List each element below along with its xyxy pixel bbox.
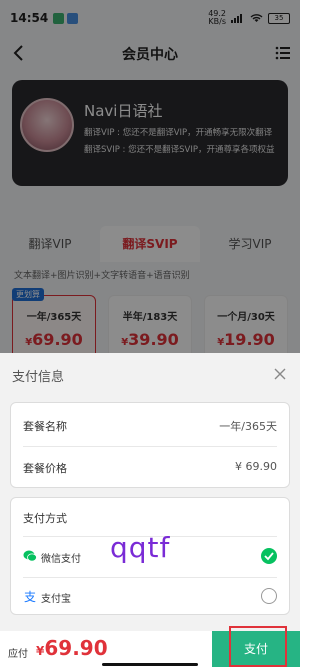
payment-method-title: 支付方式 bbox=[23, 512, 67, 525]
checkout-footer: 应付 ¥69.90 支付 bbox=[0, 631, 300, 667]
package-name-label: 套餐名称 bbox=[23, 420, 67, 433]
amount-due-value: ¥69.90 bbox=[36, 636, 108, 660]
payment-option-alipay[interactable]: 支 支付宝 bbox=[11, 578, 289, 616]
package-name-value: 一年/365天 bbox=[219, 420, 277, 433]
watermark-text: qqtf bbox=[110, 531, 171, 564]
payment-sheet: 支付信息 套餐名称 一年/365天 套餐价格 ¥ 69.90 支付方式 微信支付… bbox=[0, 353, 300, 667]
alipay-icon: 支 bbox=[24, 590, 36, 603]
package-price-label: 套餐价格 bbox=[23, 462, 67, 475]
pay-button[interactable]: 支付 bbox=[212, 631, 300, 667]
sheet-title: 支付信息 bbox=[12, 370, 65, 385]
package-price-row: 套餐价格 ¥ 69.90 bbox=[11, 447, 289, 487]
package-info-box: 套餐名称 一年/365天 套餐价格 ¥ 69.90 bbox=[10, 402, 290, 488]
alipay-label: 支付宝 bbox=[41, 594, 71, 605]
sheet-header: 支付信息 bbox=[0, 353, 300, 397]
home-indicator bbox=[102, 663, 198, 666]
checkmark-radio-icon[interactable] bbox=[261, 548, 277, 564]
svg-text:支: 支 bbox=[24, 590, 36, 603]
close-icon[interactable] bbox=[272, 366, 288, 382]
empty-radio-icon[interactable] bbox=[261, 588, 277, 604]
package-name-row: 套餐名称 一年/365天 bbox=[11, 405, 289, 445]
wechat-pay-icon bbox=[23, 550, 37, 562]
wechat-pay-label: 微信支付 bbox=[41, 554, 81, 565]
package-price-value: ¥ 69.90 bbox=[235, 460, 277, 473]
amount-due-label: 应付 bbox=[8, 649, 28, 660]
